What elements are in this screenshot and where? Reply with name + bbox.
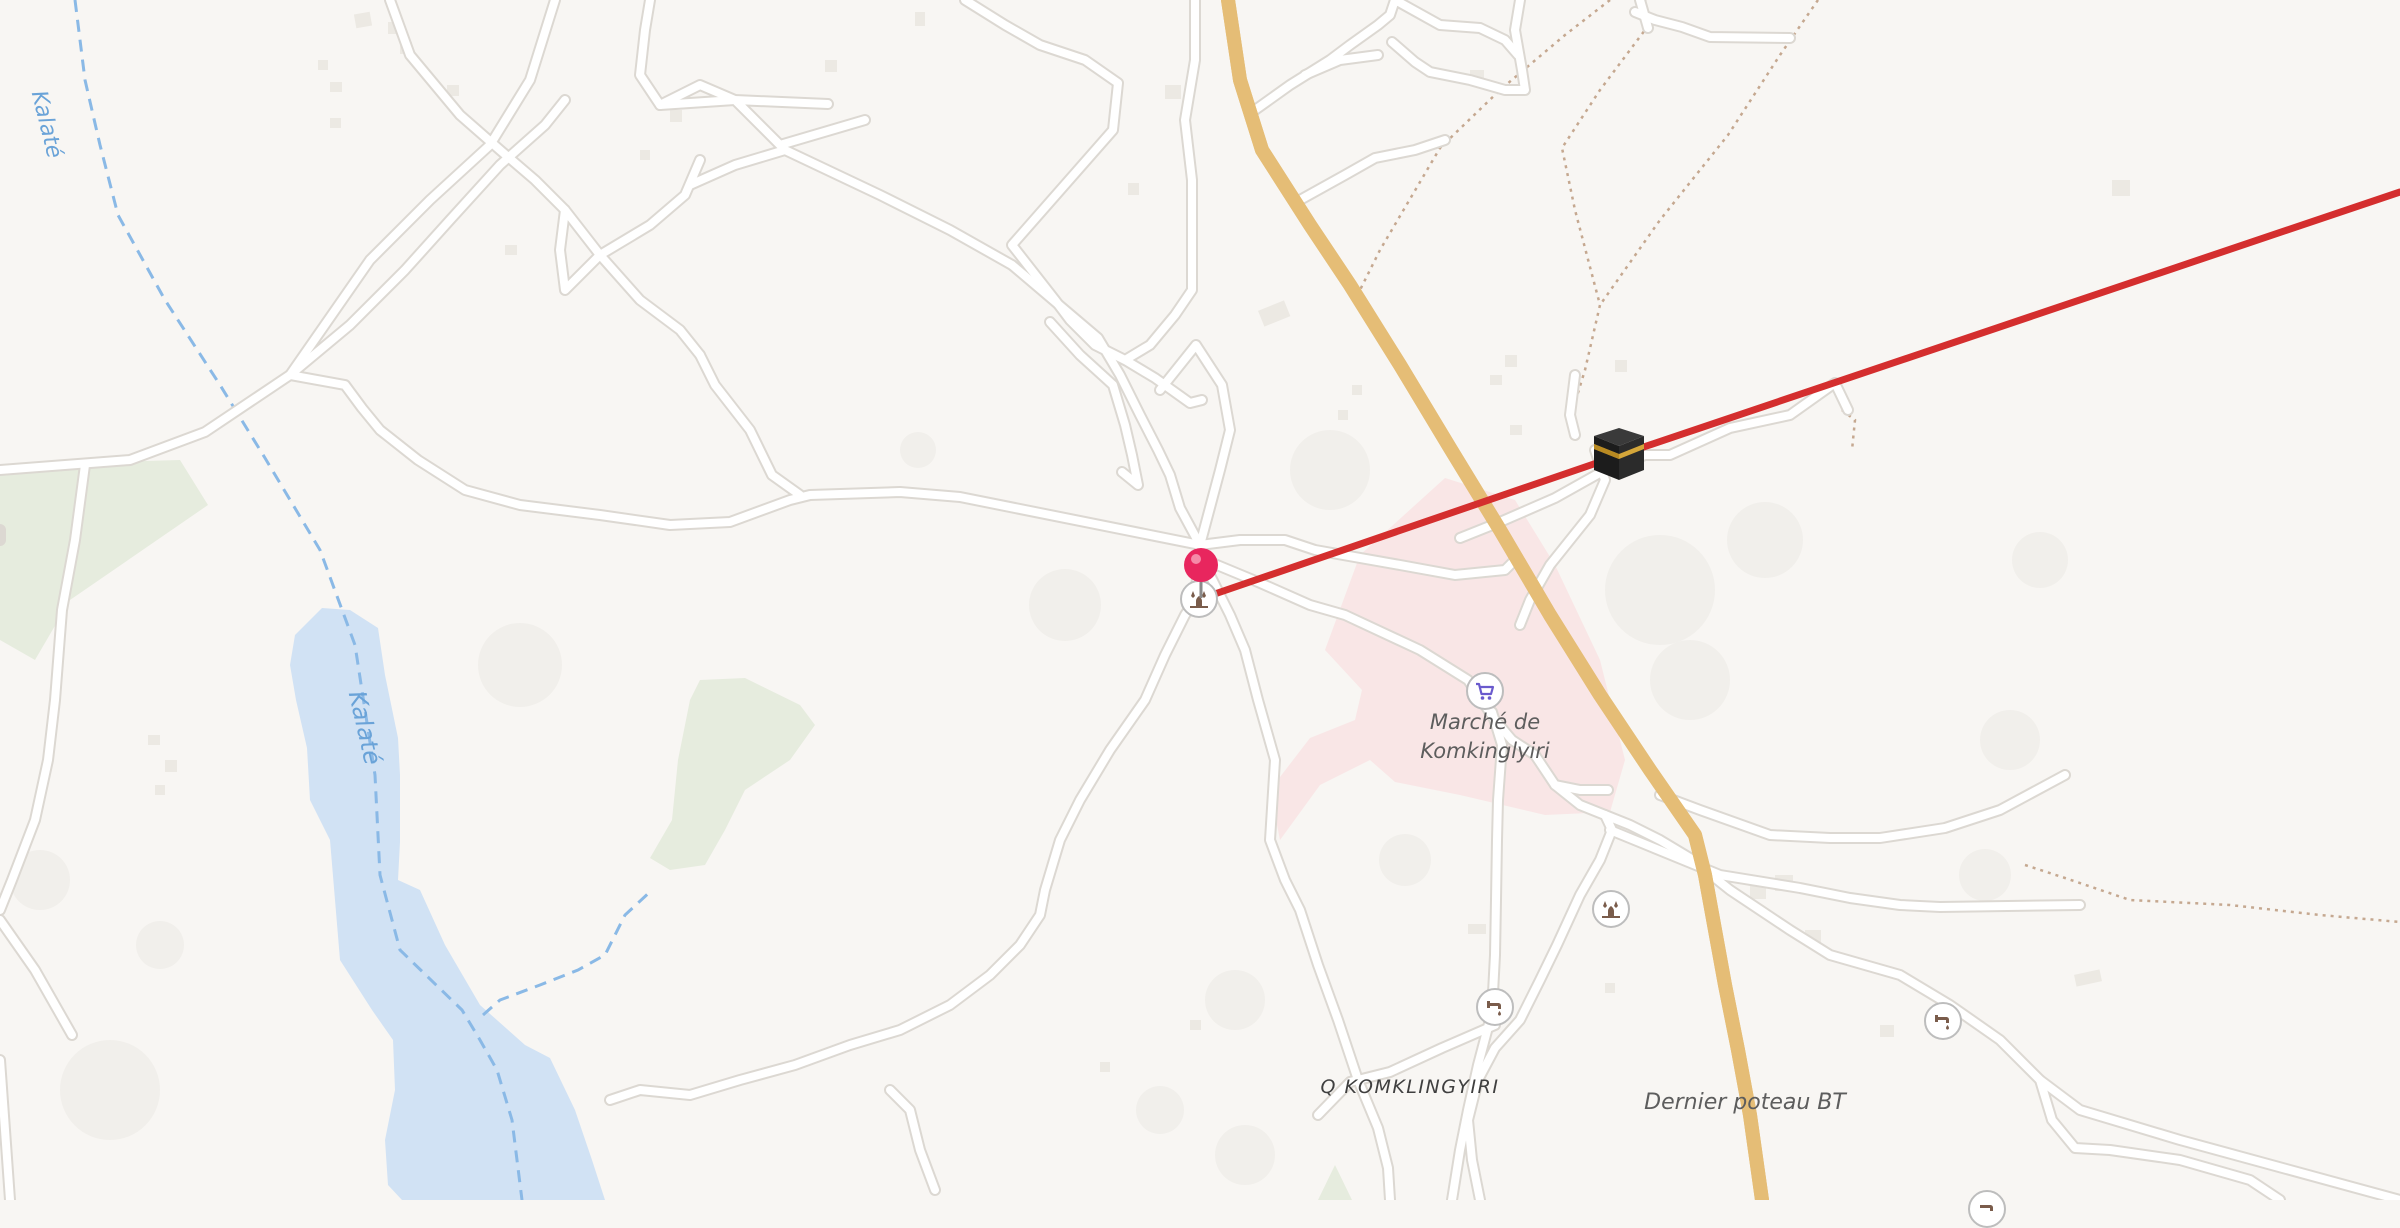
pole-label[interactable]: Dernier poteau BT <box>1595 1090 1895 1115</box>
quarter-label: Q KOMKLINGYIRI <box>1320 1076 1500 1098</box>
mosque-icon-2[interactable] <box>1592 890 1630 928</box>
market-cart-icon[interactable] <box>1466 672 1504 710</box>
market-label[interactable]: Marché de Komkinglyiri <box>1365 708 1605 766</box>
water-tap-icon-2[interactable] <box>1924 1002 1962 1040</box>
water-tap-icon[interactable] <box>1476 988 1514 1026</box>
water-tap-icon-3[interactable] <box>1968 1190 2006 1228</box>
kaaba-icon[interactable] <box>1590 424 1648 484</box>
map-pin-icon[interactable] <box>1180 546 1222 598</box>
